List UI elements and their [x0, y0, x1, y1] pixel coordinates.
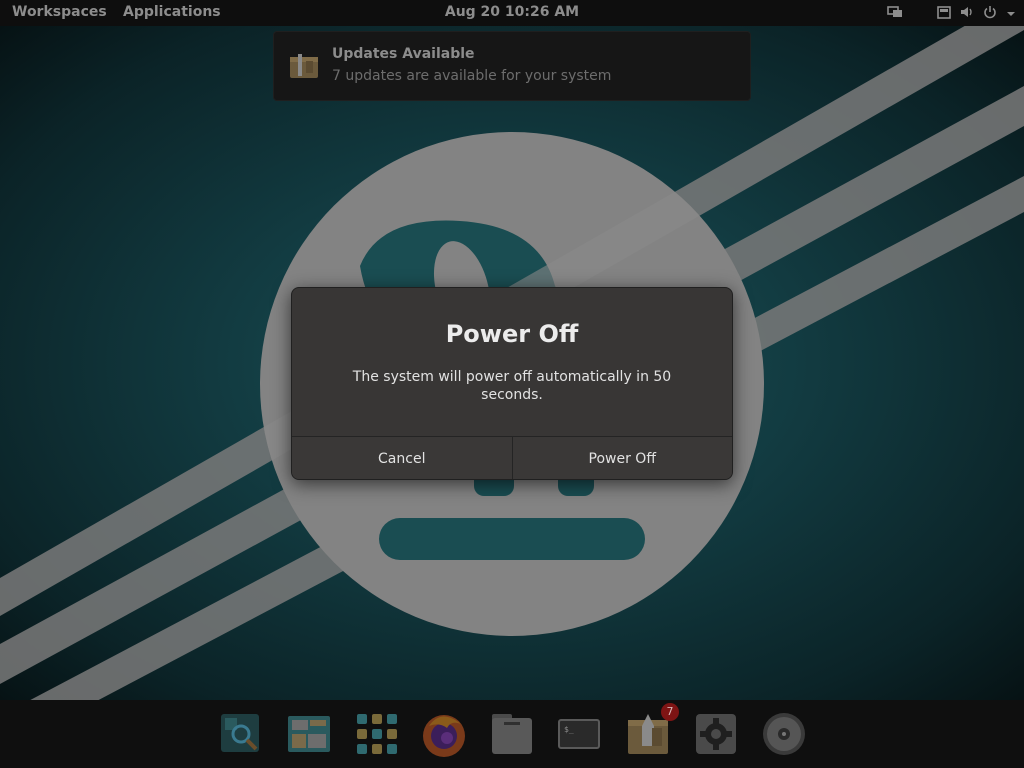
updates-notification[interactable]: Updates Available 7 updates are availabl… [273, 31, 751, 101]
chevron-down-icon[interactable] [1006, 6, 1016, 22]
package-icon [289, 53, 319, 79]
notification-body: 7 updates are available for your system [332, 68, 612, 84]
volume-icon[interactable] [960, 5, 974, 23]
system-tray[interactable] [887, 5, 1016, 23]
store-update-badge: 7 [661, 703, 679, 721]
power-off-dialog: Power Off The system will power off auto… [291, 287, 733, 480]
files-icon[interactable] [490, 712, 534, 756]
svg-text:$_: $_ [564, 725, 574, 734]
dock: $_ [0, 700, 1024, 768]
dialog-message: The system will power off automatically … [352, 369, 672, 403]
dialog-title: Power Off [445, 320, 579, 348]
terminal-icon[interactable]: $_ [557, 712, 601, 756]
dialog-button-row: Cancel Power Off [292, 436, 732, 479]
power-icon[interactable] [983, 5, 997, 23]
notification-title: Updates Available [332, 46, 475, 62]
firefox-icon[interactable] [421, 712, 465, 757]
settings-icon[interactable] [694, 712, 738, 756]
search-icon[interactable] [219, 712, 263, 756]
top-panel: Workspaces Applications Aug 20 10:26 AM [0, 0, 1024, 26]
power-off-button[interactable]: Power Off [511, 437, 732, 479]
keyboard-icon[interactable] [937, 5, 951, 23]
workspaces-icon[interactable] [287, 712, 331, 756]
cancel-button[interactable]: Cancel [292, 437, 512, 479]
app-grid-icon[interactable] [355, 712, 399, 756]
optical-disc-icon[interactable] [762, 712, 806, 756]
clock[interactable]: Aug 20 10:26 AM [0, 4, 1024, 20]
display-icon[interactable] [887, 5, 903, 23]
